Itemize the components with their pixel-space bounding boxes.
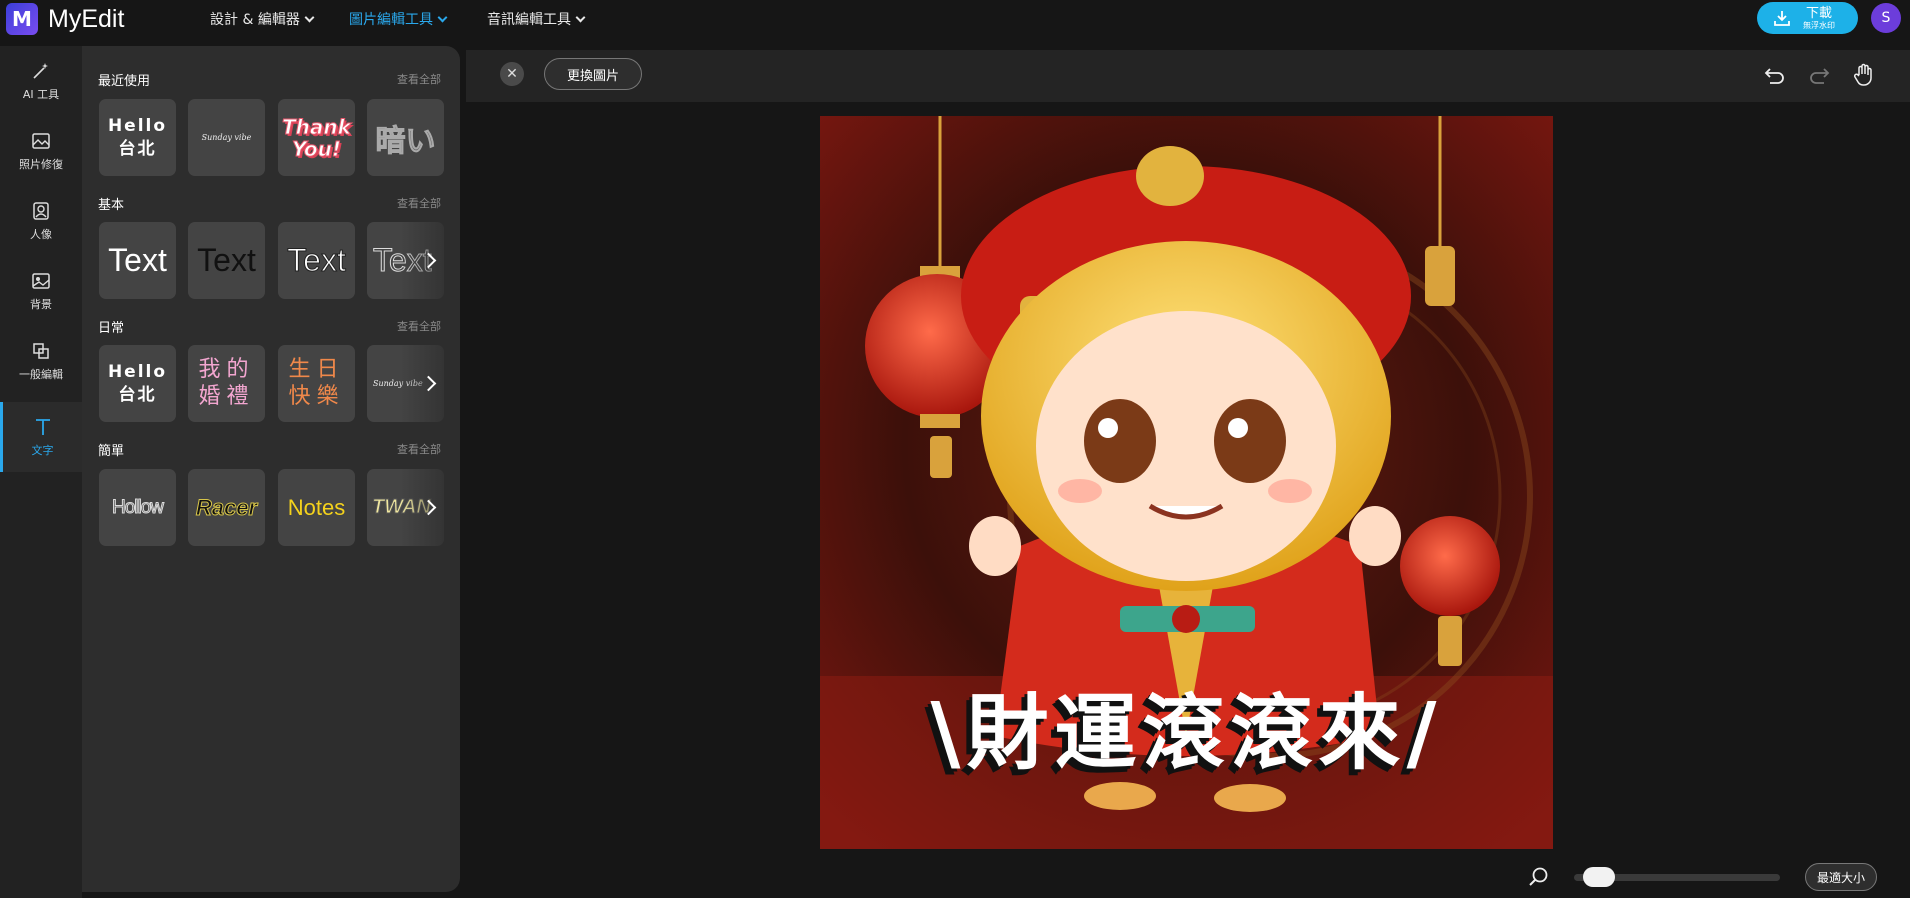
download-sublabel: 無浮水印 xyxy=(1803,20,1835,30)
chevron-right-icon[interactable] xyxy=(420,373,440,393)
style-tile[interactable]: 生日 快樂 xyxy=(278,345,355,422)
style-tile[interactable]: Racer xyxy=(188,469,265,546)
rail-item-background[interactable]: 背景 xyxy=(0,256,82,326)
view-all-daily[interactable]: 查看全部 xyxy=(397,318,441,334)
nav-label: 設計 & 編輯器 xyxy=(210,12,300,28)
nav-design-editor[interactable]: 設計 & 編輯器 xyxy=(210,9,315,29)
tool-rail: AI 工具 照片修復 人像 背景 一般編輯 文字 xyxy=(0,46,82,898)
view-all-simple[interactable]: 查看全部 xyxy=(397,441,441,457)
app-name: MyEdit xyxy=(48,4,125,33)
rail-item-portrait[interactable]: 人像 xyxy=(0,186,82,256)
nav-label: 音訊編輯工具 xyxy=(487,12,571,28)
style-tile[interactable]: Thank You! xyxy=(278,99,355,176)
rail-label: 一般編輯 xyxy=(19,368,63,381)
style-tile[interactable]: Hollow xyxy=(99,469,176,546)
undo-icon[interactable] xyxy=(1762,62,1788,88)
rail-item-photo-repair[interactable]: 照片修復 xyxy=(0,116,82,186)
rail-item-ai-tools[interactable]: AI 工具 xyxy=(0,46,82,116)
app-logo[interactable]: M MyEdit xyxy=(6,3,124,35)
canvas-image[interactable]: \財運滾滾來/ xyxy=(820,116,1553,849)
section-title-daily: 日常 xyxy=(98,321,125,336)
avatar[interactable]: S xyxy=(1871,3,1901,33)
style-tile[interactable]: Sunday vibe xyxy=(188,99,265,176)
style-tile[interactable]: 暗い xyxy=(367,99,444,176)
chevron-right-icon[interactable] xyxy=(420,250,440,270)
rail-item-general-edit[interactable]: 一般編輯 xyxy=(0,326,82,396)
section-title-basic: 基本 xyxy=(98,198,125,213)
background-icon xyxy=(32,273,50,289)
chevron-down-icon xyxy=(304,12,315,22)
rail-label: 背景 xyxy=(30,298,52,311)
image-caption: \財運滾滾來/ xyxy=(930,686,1443,781)
chevron-down-icon xyxy=(437,12,448,22)
hand-pan-icon[interactable] xyxy=(1851,62,1877,88)
section-title-simple: 簡單 xyxy=(98,444,125,459)
zoom-slider-handle[interactable] xyxy=(1582,867,1615,887)
fit-size-button[interactable]: 最適大小 xyxy=(1805,863,1877,891)
rail-label: 照片修復 xyxy=(19,158,63,171)
download-button[interactable]: 下載 無浮水印 xyxy=(1757,2,1858,34)
nav-label: 圖片編輯工具 xyxy=(349,12,433,28)
style-tile[interactable]: Hello 台北 xyxy=(99,345,176,422)
rail-label: AI 工具 xyxy=(22,88,60,101)
chevron-down-icon xyxy=(575,12,586,22)
style-tile[interactable]: 我的 婚禮 xyxy=(188,345,265,422)
section-title-recent: 最近使用 xyxy=(98,74,151,89)
top-bar: M MyEdit 設計 & 編輯器 圖片編輯工具 音訊編輯工具 下載 無浮水印 … xyxy=(0,0,1910,46)
style-tile[interactable]: Text xyxy=(278,222,355,299)
crop-icon xyxy=(33,343,49,359)
nav-audio-tools[interactable]: 音訊編輯工具 xyxy=(487,9,586,29)
style-tile[interactable]: Text xyxy=(188,222,265,299)
photo-repair-icon xyxy=(32,133,50,149)
zoom-icon[interactable] xyxy=(1528,866,1550,888)
style-tile[interactable]: Hello 台北 xyxy=(99,99,176,176)
replace-image-button[interactable]: 更換圖片 xyxy=(544,58,642,90)
download-icon xyxy=(1774,11,1790,26)
magic-wand-icon xyxy=(33,63,48,79)
close-icon[interactable]: ✕ xyxy=(500,62,524,86)
canvas-toolbar xyxy=(466,50,1910,102)
download-label: 下載 xyxy=(1805,5,1832,21)
text-styles-panel: 最近使用 查看全部 Hello 台北 Sunday vibe Thank You… xyxy=(82,46,460,892)
view-all-recent[interactable]: 查看全部 xyxy=(397,71,441,87)
portrait-icon xyxy=(33,202,49,220)
rail-label: 人像 xyxy=(30,228,52,241)
redo-icon[interactable] xyxy=(1806,62,1832,88)
rail-label: 文字 xyxy=(31,444,54,457)
rail-item-text[interactable]: 文字 xyxy=(0,402,82,472)
view-all-basic[interactable]: 查看全部 xyxy=(397,195,441,211)
chevron-right-icon[interactable] xyxy=(420,497,440,517)
text-icon xyxy=(35,419,50,435)
style-tile[interactable]: Notes xyxy=(278,469,355,546)
style-tile[interactable]: Text xyxy=(99,222,176,299)
logo-mark-icon: M xyxy=(6,3,38,35)
nav-image-tools[interactable]: 圖片編輯工具 xyxy=(349,9,448,29)
